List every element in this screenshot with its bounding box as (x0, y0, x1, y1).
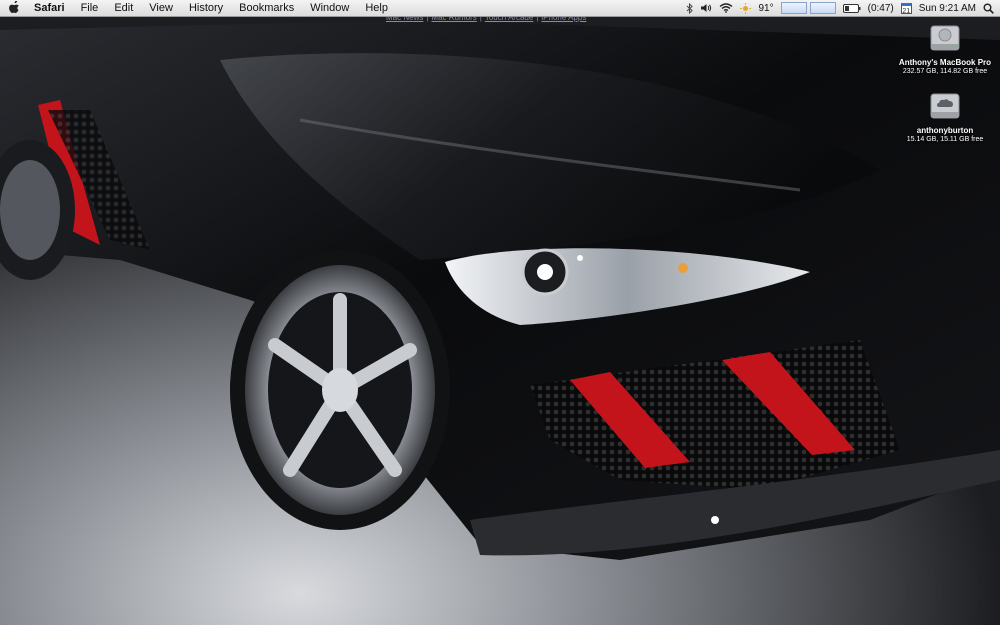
menu-window[interactable]: Window (302, 0, 357, 16)
menu-view[interactable]: View (141, 0, 181, 16)
volume-icon[interactable] (700, 0, 712, 16)
calendar-icon[interactable]: 21 (900, 2, 912, 15)
desktop-icon-idisk[interactable]: anthonyburton 15.14 GB, 15.11 GB free (895, 92, 995, 143)
desktop-icon-label: Anthony's MacBook Pro (898, 58, 992, 67)
desktop: Mac News | Mac Rumors | Touch Arcade | iPhone … (0, 0, 1000, 625)
menu-bar: Safari File Edit View History Bookmarks … (0, 0, 1000, 17)
battery-time: (0:47) (867, 2, 894, 14)
desktop-icon-info: 232.57 GB, 114.82 GB free (902, 68, 988, 75)
hard-drive-icon (928, 24, 962, 54)
menu-history[interactable]: History (181, 0, 231, 16)
menu-app-safari[interactable]: Safari (28, 0, 73, 16)
temperature-readout: 91° (758, 2, 774, 14)
spotlight-search-icon[interactable] (983, 0, 994, 16)
battery-icon[interactable] (842, 0, 861, 16)
wifi-icon[interactable] (719, 0, 733, 16)
idisk-cloud-icon (928, 92, 962, 122)
bluetooth-icon[interactable] (686, 0, 694, 16)
apple-menu-icon[interactable] (0, 0, 28, 16)
desktop-icon-label: anthonyburton (916, 126, 974, 135)
desktop-icon-macbook-pro[interactable]: Anthony's MacBook Pro 232.57 GB, 114.82 … (895, 24, 995, 75)
system-monitor-meters[interactable] (780, 2, 836, 14)
menu-edit[interactable]: Edit (106, 0, 141, 16)
memory-meter (809, 2, 836, 14)
front-wheel (230, 250, 450, 530)
menu-bookmarks[interactable]: Bookmarks (231, 0, 302, 16)
cpu-meter (780, 2, 807, 14)
menu-file[interactable]: File (73, 0, 107, 16)
menu-help[interactable]: Help (357, 0, 396, 16)
menu-clock[interactable]: Sun 9:21 AM (919, 3, 976, 14)
desktop-icon-info: 15.14 GB, 15.11 GB free (906, 136, 984, 143)
car-wallpaper (0, 0, 1000, 625)
weather-sun-icon[interactable] (740, 0, 752, 16)
